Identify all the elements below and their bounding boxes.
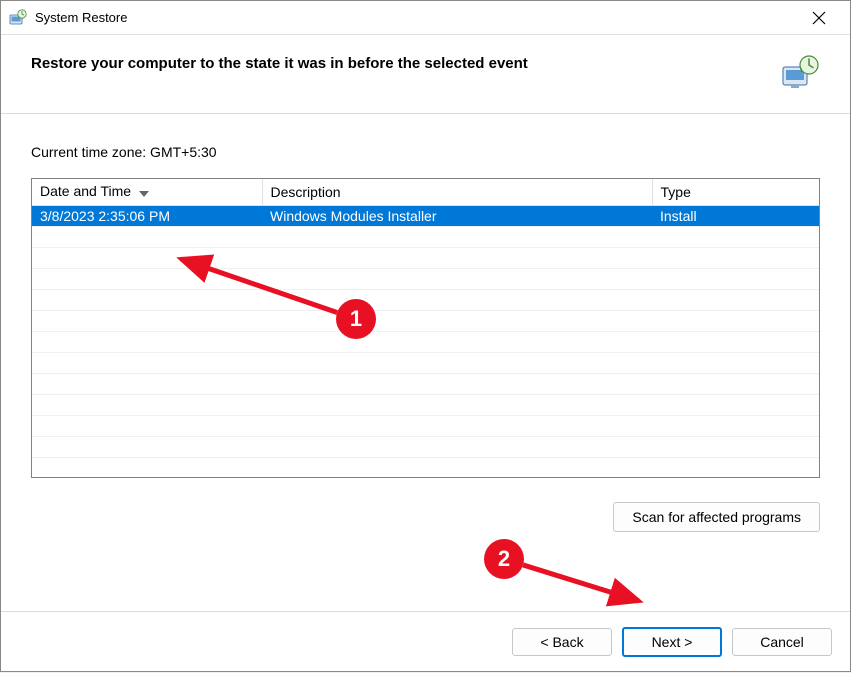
restore-icon: [780, 53, 820, 93]
table-row: [32, 226, 819, 247]
table-header-row: Date and Time Description Type: [32, 179, 819, 205]
cell-datetime: 3/8/2023 2:35:06 PM: [32, 205, 262, 226]
restore-points-table[interactable]: Date and Time Description Type: [31, 178, 820, 478]
titlebar: System Restore: [1, 1, 850, 35]
table-row: [32, 394, 819, 415]
close-icon: [812, 11, 826, 25]
wizard-header: Restore your computer to the state it wa…: [1, 35, 850, 114]
wizard-buttons: < Back Next > Cancel: [1, 611, 850, 671]
table-row: [32, 289, 819, 310]
app-icon: [9, 9, 27, 27]
table-row: [32, 352, 819, 373]
window-title: System Restore: [35, 10, 796, 25]
scan-row: Scan for affected programs: [31, 502, 820, 532]
table-row: [32, 331, 819, 352]
scan-affected-programs-button[interactable]: Scan for affected programs: [613, 502, 820, 532]
table-row[interactable]: 3/8/2023 2:35:06 PMWindows Modules Insta…: [32, 205, 819, 226]
table-row: [32, 415, 819, 436]
column-header-type[interactable]: Type: [652, 179, 819, 205]
cell-description: Windows Modules Installer: [262, 205, 652, 226]
next-button[interactable]: Next >: [622, 627, 722, 657]
content-area: Current time zone: GMT+5:30 Date and Tim…: [1, 114, 850, 611]
cell-type: Install: [652, 205, 819, 226]
column-label: Description: [271, 184, 341, 200]
column-label: Type: [661, 184, 691, 200]
page-heading: Restore your computer to the state it wa…: [31, 53, 770, 72]
system-restore-window: System Restore Restore your computer to …: [0, 0, 851, 672]
table-row: [32, 268, 819, 289]
table-row: [32, 436, 819, 457]
table-row: [32, 247, 819, 268]
back-button[interactable]: < Back: [512, 628, 612, 656]
sort-descending-icon: [139, 184, 149, 200]
column-header-datetime[interactable]: Date and Time: [32, 179, 262, 205]
cancel-button[interactable]: Cancel: [732, 628, 832, 656]
column-label: Date and Time: [40, 183, 131, 199]
timezone-label: Current time zone: GMT+5:30: [31, 144, 820, 160]
table-row: [32, 310, 819, 331]
table-row: [32, 373, 819, 394]
close-button[interactable]: [796, 2, 842, 34]
column-header-description[interactable]: Description: [262, 179, 652, 205]
